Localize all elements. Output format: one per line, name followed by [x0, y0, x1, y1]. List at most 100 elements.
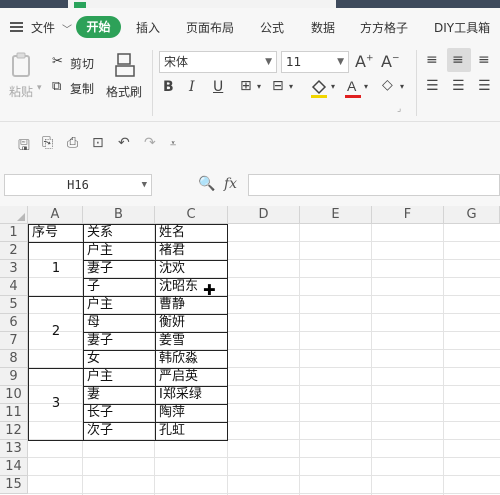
merge-icon[interactable]: ⊟ — [272, 78, 284, 94]
export-icon[interactable]: ⎘ — [42, 135, 53, 151]
cell-B4[interactable]: 子 — [84, 278, 155, 296]
paste-icon[interactable] — [10, 52, 34, 78]
tab-insert[interactable]: 插入 — [136, 19, 160, 36]
cell-B3[interactable]: 妻子 — [84, 260, 155, 278]
row-header-15[interactable]: 15 — [0, 476, 28, 494]
cell-C10[interactable]: I郑采绿 — [156, 386, 228, 404]
align-right-icon[interactable]: ☰ — [478, 78, 491, 94]
row-header-5[interactable]: 5 — [0, 296, 28, 314]
save-icon[interactable]: 🖫 — [18, 135, 30, 159]
row-header-2[interactable]: 2 — [0, 242, 28, 260]
row-header-4[interactable]: 4 — [0, 278, 28, 296]
row-header-10[interactable]: 10 — [0, 386, 28, 404]
cut-button[interactable]: 剪切 — [70, 55, 94, 72]
menu-file[interactable]: 文件 — [31, 19, 55, 36]
increase-font-icon[interactable]: A+ — [355, 52, 374, 71]
spreadsheet-grid[interactable]: ABCDEFG 1 2 3 4 5 6 7 8 9 10 11 12 13 14 15 序号 关系 姓名 1… — [0, 206, 500, 495]
undo-icon[interactable]: ↶ — [118, 135, 130, 151]
formula-input[interactable] — [248, 174, 500, 196]
function-icon[interactable]: fx — [224, 176, 237, 192]
column-header-E[interactable]: E — [300, 206, 372, 224]
align-center-icon[interactable]: ☰ — [452, 78, 465, 94]
column-header-F[interactable]: F — [372, 206, 444, 224]
tab-fangfang[interactable]: 方方格子 — [360, 19, 408, 36]
align-middle-icon[interactable]: ≡ — [452, 52, 464, 68]
column-header-B[interactable]: B — [83, 206, 155, 224]
hamburger-icon[interactable] — [10, 22, 23, 32]
row-header-12[interactable]: 12 — [0, 422, 28, 440]
cell-A5-merged[interactable]: 2 — [29, 323, 83, 341]
cell-B12[interactable]: 次子 — [84, 422, 155, 440]
cell-C8[interactable]: 韩欣淼 — [156, 350, 228, 368]
italic-icon[interactable]: I — [189, 79, 195, 95]
cell-A2-merged[interactable]: 1 — [29, 260, 83, 278]
tab-formulas[interactable]: 公式 — [260, 19, 284, 36]
cell-C1[interactable]: 姓名 — [156, 224, 228, 242]
chevron-down-icon[interactable]: ﹀ — [62, 21, 72, 36]
cell-A9-merged[interactable]: 3 — [29, 395, 83, 413]
cell-B6[interactable]: 母 — [84, 314, 155, 332]
cell-B10[interactable]: 妻 — [84, 386, 155, 404]
chevron-down-icon[interactable]: ▾ — [400, 82, 404, 91]
chevron-down-icon[interactable]: ▾ — [289, 82, 293, 91]
copy-icon[interactable]: ⧉ — [52, 79, 61, 94]
zoom-icon[interactable]: 🔍 — [198, 176, 215, 192]
tab-diy-toolbox[interactable]: DIY工具箱 — [434, 19, 490, 36]
border-icon[interactable]: ⊞ — [240, 78, 252, 94]
tab-data[interactable]: 数据 — [311, 19, 335, 36]
customize-toolbar-icon[interactable]: ⩡ — [170, 137, 176, 151]
column-header-A[interactable]: A — [28, 206, 83, 224]
format-painter-icon[interactable] — [113, 52, 137, 78]
redo-icon[interactable]: ↷ — [144, 135, 156, 151]
cell-B1[interactable]: 关系 — [84, 224, 155, 242]
align-top-icon[interactable]: ≡ — [426, 52, 438, 68]
name-box[interactable]: H16 ▼ — [4, 174, 152, 196]
row-header-6[interactable]: 6 — [0, 314, 28, 332]
print-preview-icon[interactable]: ⊡ — [92, 135, 104, 151]
font-name-select[interactable]: 宋体 ▼ — [159, 51, 277, 73]
row-header-8[interactable]: 8 — [0, 350, 28, 368]
decrease-font-icon[interactable]: A− — [381, 52, 400, 71]
font-size-select[interactable]: 11 ▼ — [281, 51, 349, 73]
cell-B9[interactable]: 户主 — [84, 368, 155, 386]
eraser-icon[interactable]: ◇ — [382, 77, 393, 93]
row-header-1[interactable]: 1 — [0, 224, 28, 242]
scissors-icon[interactable]: ✂ — [52, 54, 63, 69]
cell-C9[interactable]: 严启英 — [156, 368, 228, 386]
row-header-13[interactable]: 13 — [0, 440, 28, 458]
cell-B2[interactable]: 户主 — [84, 242, 155, 260]
cell-C2[interactable]: 褚君 — [156, 242, 228, 260]
underline-icon[interactable]: U — [213, 79, 223, 95]
paste-dropdown-icon[interactable]: ▾ — [37, 83, 42, 93]
cell-B8[interactable]: 女 — [84, 350, 155, 368]
cell-C5[interactable]: 曹静 — [156, 296, 228, 314]
format-painter-label[interactable]: 格式刷 — [106, 83, 142, 100]
row-header-14[interactable]: 14 — [0, 458, 28, 476]
cell-C4[interactable]: 沈昭东 — [156, 278, 228, 296]
cell-C12[interactable]: 孔虹 — [156, 422, 228, 440]
column-header-D[interactable]: D — [228, 206, 300, 224]
cell-B5[interactable]: 户主 — [84, 296, 155, 314]
chevron-down-icon[interactable]: ▾ — [257, 82, 261, 91]
cell-C3[interactable]: 沈欢 — [156, 260, 228, 278]
row-header-11[interactable]: 11 — [0, 404, 28, 422]
cell-C7[interactable]: 姜雪 — [156, 332, 228, 350]
print-icon[interactable]: ⎙ — [67, 135, 78, 151]
tab-page-layout[interactable]: 页面布局 — [186, 19, 234, 36]
column-header-G[interactable]: G — [444, 206, 500, 224]
chevron-down-icon[interactable]: ▾ — [331, 82, 335, 91]
font-color-icon[interactable]: A — [344, 77, 362, 99]
bold-icon[interactable]: B — [163, 79, 174, 95]
align-bottom-icon[interactable]: ≡ — [478, 52, 490, 68]
cell-B11[interactable]: 长子 — [84, 404, 155, 422]
row-header-9[interactable]: 9 — [0, 368, 28, 386]
select-all-corner[interactable] — [0, 206, 28, 224]
row-header-3[interactable]: 3 — [0, 260, 28, 278]
fill-color-icon[interactable] — [309, 77, 329, 99]
row-header-7[interactable]: 7 — [0, 332, 28, 350]
tab-home[interactable]: 开始 — [76, 16, 121, 38]
cell-B7[interactable]: 妻子 — [84, 332, 155, 350]
copy-button[interactable]: 复制 — [70, 80, 94, 97]
paste-label[interactable]: 粘贴 — [9, 83, 33, 100]
cell-A1[interactable]: 序号 — [29, 224, 83, 242]
